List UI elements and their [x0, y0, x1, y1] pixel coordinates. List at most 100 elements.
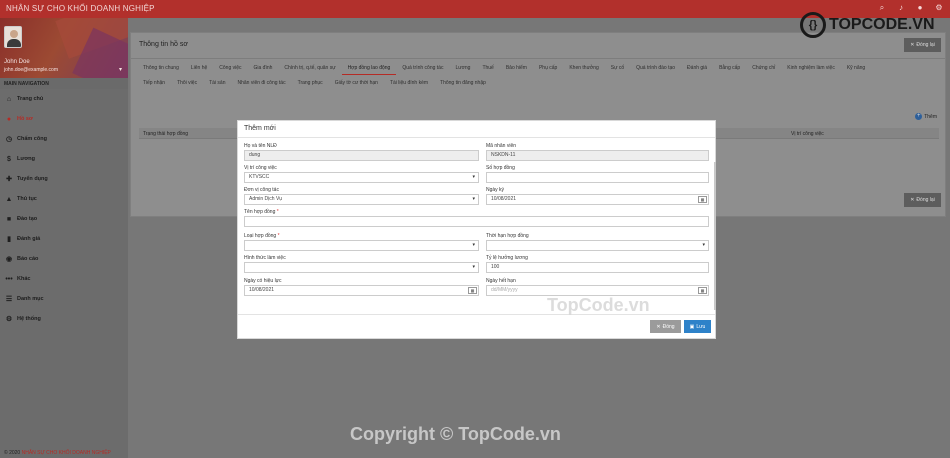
- tab[interactable]: Thông tin chung: [137, 61, 185, 75]
- tab[interactable]: Thông tin đăng nhập: [434, 76, 492, 90]
- table-header-cell[interactable]: Vị trí công việc: [791, 131, 824, 137]
- modal-title: Thêm mới: [244, 125, 276, 132]
- nav-list: ⌂ Trang chủ ● Hồ sơ ◷ Chấm công $ Lương ✚ Tuyển d…: [0, 89, 128, 329]
- tab[interactable]: Tài sản: [203, 76, 231, 90]
- add-button[interactable]: + Thêm: [915, 113, 937, 120]
- sidebar-item[interactable]: ● Hồ sơ: [0, 109, 128, 129]
- logo-mark-icon: {}: [800, 12, 826, 38]
- close-icon: ✕: [656, 323, 661, 330]
- effective-date-input[interactable]: 10/08/2021 ▦: [244, 285, 479, 296]
- contract-number-field: Số hợp đồng: [486, 164, 709, 183]
- user-profile: John Doe john.doe@example.com ▾: [0, 18, 128, 78]
- contract-number-input[interactable]: [486, 172, 709, 183]
- app-title[interactable]: NHÂN SỰ CHO KHỐI DOANH NGHIỆP: [6, 4, 155, 13]
- tab[interactable]: Kỹ năng: [841, 61, 871, 75]
- unit-select[interactable]: Admin Dịch Vụ ▾: [244, 194, 479, 205]
- caret-down-icon: ▾: [472, 196, 475, 202]
- tab[interactable]: Bảo hiểm: [500, 61, 533, 75]
- tab[interactable]: Trang phục: [292, 76, 329, 90]
- employee-name-input[interactable]: dung: [244, 150, 479, 161]
- tab[interactable]: Đánh giá: [681, 61, 713, 75]
- tab[interactable]: Nhân viên đi công tác: [231, 76, 291, 90]
- avatar[interactable]: [4, 26, 22, 48]
- sidebar-item[interactable]: ▲ Thủ tục: [0, 189, 128, 209]
- tab[interactable]: Giấy tờ cư thời hạn: [329, 76, 384, 90]
- sidebar-item[interactable]: ••• Khác: [0, 269, 128, 289]
- sign-date-input[interactable]: 10/08/2021 ▦: [486, 194, 709, 205]
- sidebar-item-label: Tuyển dụng: [17, 176, 48, 182]
- nav-header: MAIN NAVIGATION: [0, 78, 128, 89]
- dots-icon: •••: [5, 275, 13, 283]
- sidebar-item[interactable]: ■ Đào tạo: [0, 209, 128, 229]
- position-select[interactable]: KTVSCC ▾: [244, 172, 479, 183]
- calendar-icon[interactable]: ▦: [468, 287, 477, 294]
- employee-id-input[interactable]: NSKDN-11: [486, 150, 709, 161]
- scrollbar[interactable]: [714, 162, 716, 310]
- thumbs-icon: ▲: [5, 195, 13, 203]
- modal-body: Họ và tên NLĐ dung Mã nhân viên NSKDN-11…: [238, 138, 717, 310]
- sidebar-item[interactable]: ◷ Chấm công: [0, 129, 128, 149]
- tab[interactable]: Thôi việc: [171, 76, 203, 90]
- tab[interactable]: Gia đình: [248, 61, 279, 75]
- panel-title: Thông tin hồ sơ: [139, 41, 188, 48]
- sidebar-item[interactable]: ☰ Danh mục: [0, 289, 128, 309]
- salary-ratio-input[interactable]: 100: [486, 262, 709, 273]
- clock-icon: ◷: [5, 136, 13, 143]
- footer-brand[interactable]: NHÂN SỰ CHO KHỐI DOANH NGHIỆP: [22, 450, 111, 456]
- sidebar-item-label: Lương: [17, 156, 35, 162]
- sidebar-item[interactable]: ⚙ Hệ thống: [0, 309, 128, 329]
- panel-close-button-bottom[interactable]: ✕ Đóng lại: [904, 193, 941, 207]
- work-form-field: Hình thức làm việc ▾: [244, 254, 479, 273]
- tab[interactable]: Hợp đồng lao động: [341, 61, 397, 75]
- sidebar-item[interactable]: ⌂ Trang chủ: [0, 89, 128, 109]
- calendar-icon[interactable]: ▦: [698, 196, 707, 203]
- tab[interactable]: Thuế: [476, 61, 499, 75]
- tab[interactable]: Phụ cấp: [533, 61, 563, 75]
- sidebar: John Doe john.doe@example.com ▾ MAIN NAV…: [0, 18, 128, 458]
- caret-down-icon: ▾: [472, 242, 475, 248]
- contract-term-select[interactable]: ▾: [486, 240, 709, 251]
- close-button[interactable]: ✕ Đóng: [650, 320, 681, 333]
- tab[interactable]: Quá trình đào tạo: [630, 61, 681, 75]
- footer: © 2020 NHÂN SỰ CHO KHỐI DOANH NGHIỆP: [4, 450, 111, 456]
- footer-copyright: © 2020: [4, 450, 21, 456]
- contract-name-input[interactable]: [244, 216, 709, 227]
- tab[interactable]: Liên hệ: [185, 61, 213, 75]
- employee-name-field: Họ và tên NLĐ dung: [244, 142, 479, 161]
- contract-type-select[interactable]: ▾: [244, 240, 479, 251]
- user-name: John Doe: [4, 59, 30, 65]
- save-icon: ▣: [689, 323, 695, 330]
- topcode-logo: {} TOPCODE.VN: [800, 10, 935, 40]
- sidebar-item-label: Trang chủ: [17, 96, 44, 102]
- chevron-down-icon[interactable]: ▾: [119, 66, 122, 73]
- tab[interactable]: Tài liệu đính kèm: [384, 76, 434, 90]
- tab[interactable]: Chứng chỉ: [746, 61, 781, 75]
- calendar-icon[interactable]: ▦: [698, 287, 707, 294]
- settings-icon[interactable]: ⚙: [934, 3, 944, 13]
- effective-date-field: Ngày có hiệu lực 10/08/2021 ▦: [244, 277, 479, 296]
- sidebar-item[interactable]: ✚ Tuyển dụng: [0, 169, 128, 189]
- panel-close-button[interactable]: ✕ Đóng lại: [904, 38, 941, 52]
- tab[interactable]: Công việc: [213, 61, 247, 75]
- watermark-center: TopCode.vn: [547, 295, 650, 315]
- tab[interactable]: Sự cố: [605, 61, 630, 75]
- tab[interactable]: Bằng cấp: [713, 61, 746, 75]
- sidebar-item-label: Báo cáo: [17, 256, 39, 262]
- sidebar-item-label: Đào tạo: [17, 216, 38, 222]
- sidebar-item[interactable]: ▮ Đánh giá: [0, 229, 128, 249]
- save-button[interactable]: ▣ Lưu: [684, 320, 711, 333]
- close-icon: ✕: [910, 197, 915, 203]
- sidebar-item[interactable]: ◉ Báo cáo: [0, 249, 128, 269]
- tab[interactable]: Tiếp nhận: [137, 76, 171, 90]
- graduation-icon: ■: [6, 215, 12, 223]
- tab[interactable]: Chính trị, q.tế, quân sự: [278, 61, 341, 75]
- table-header-cell[interactable]: Trạng thái hợp đồng: [143, 131, 188, 137]
- sidebar-item[interactable]: $ Lương: [0, 149, 128, 169]
- tab[interactable]: Lương: [449, 61, 476, 75]
- tab[interactable]: Quá trình công tác: [396, 61, 449, 75]
- work-form-select[interactable]: ▾: [244, 262, 479, 273]
- tab[interactable]: Kinh nghiệm làm việc: [781, 61, 841, 75]
- tab[interactable]: Khen thưởng: [563, 61, 604, 75]
- chart-icon: ▮: [7, 236, 11, 243]
- contract-term-field: Thời hạn hợp đồng ▾: [486, 232, 709, 251]
